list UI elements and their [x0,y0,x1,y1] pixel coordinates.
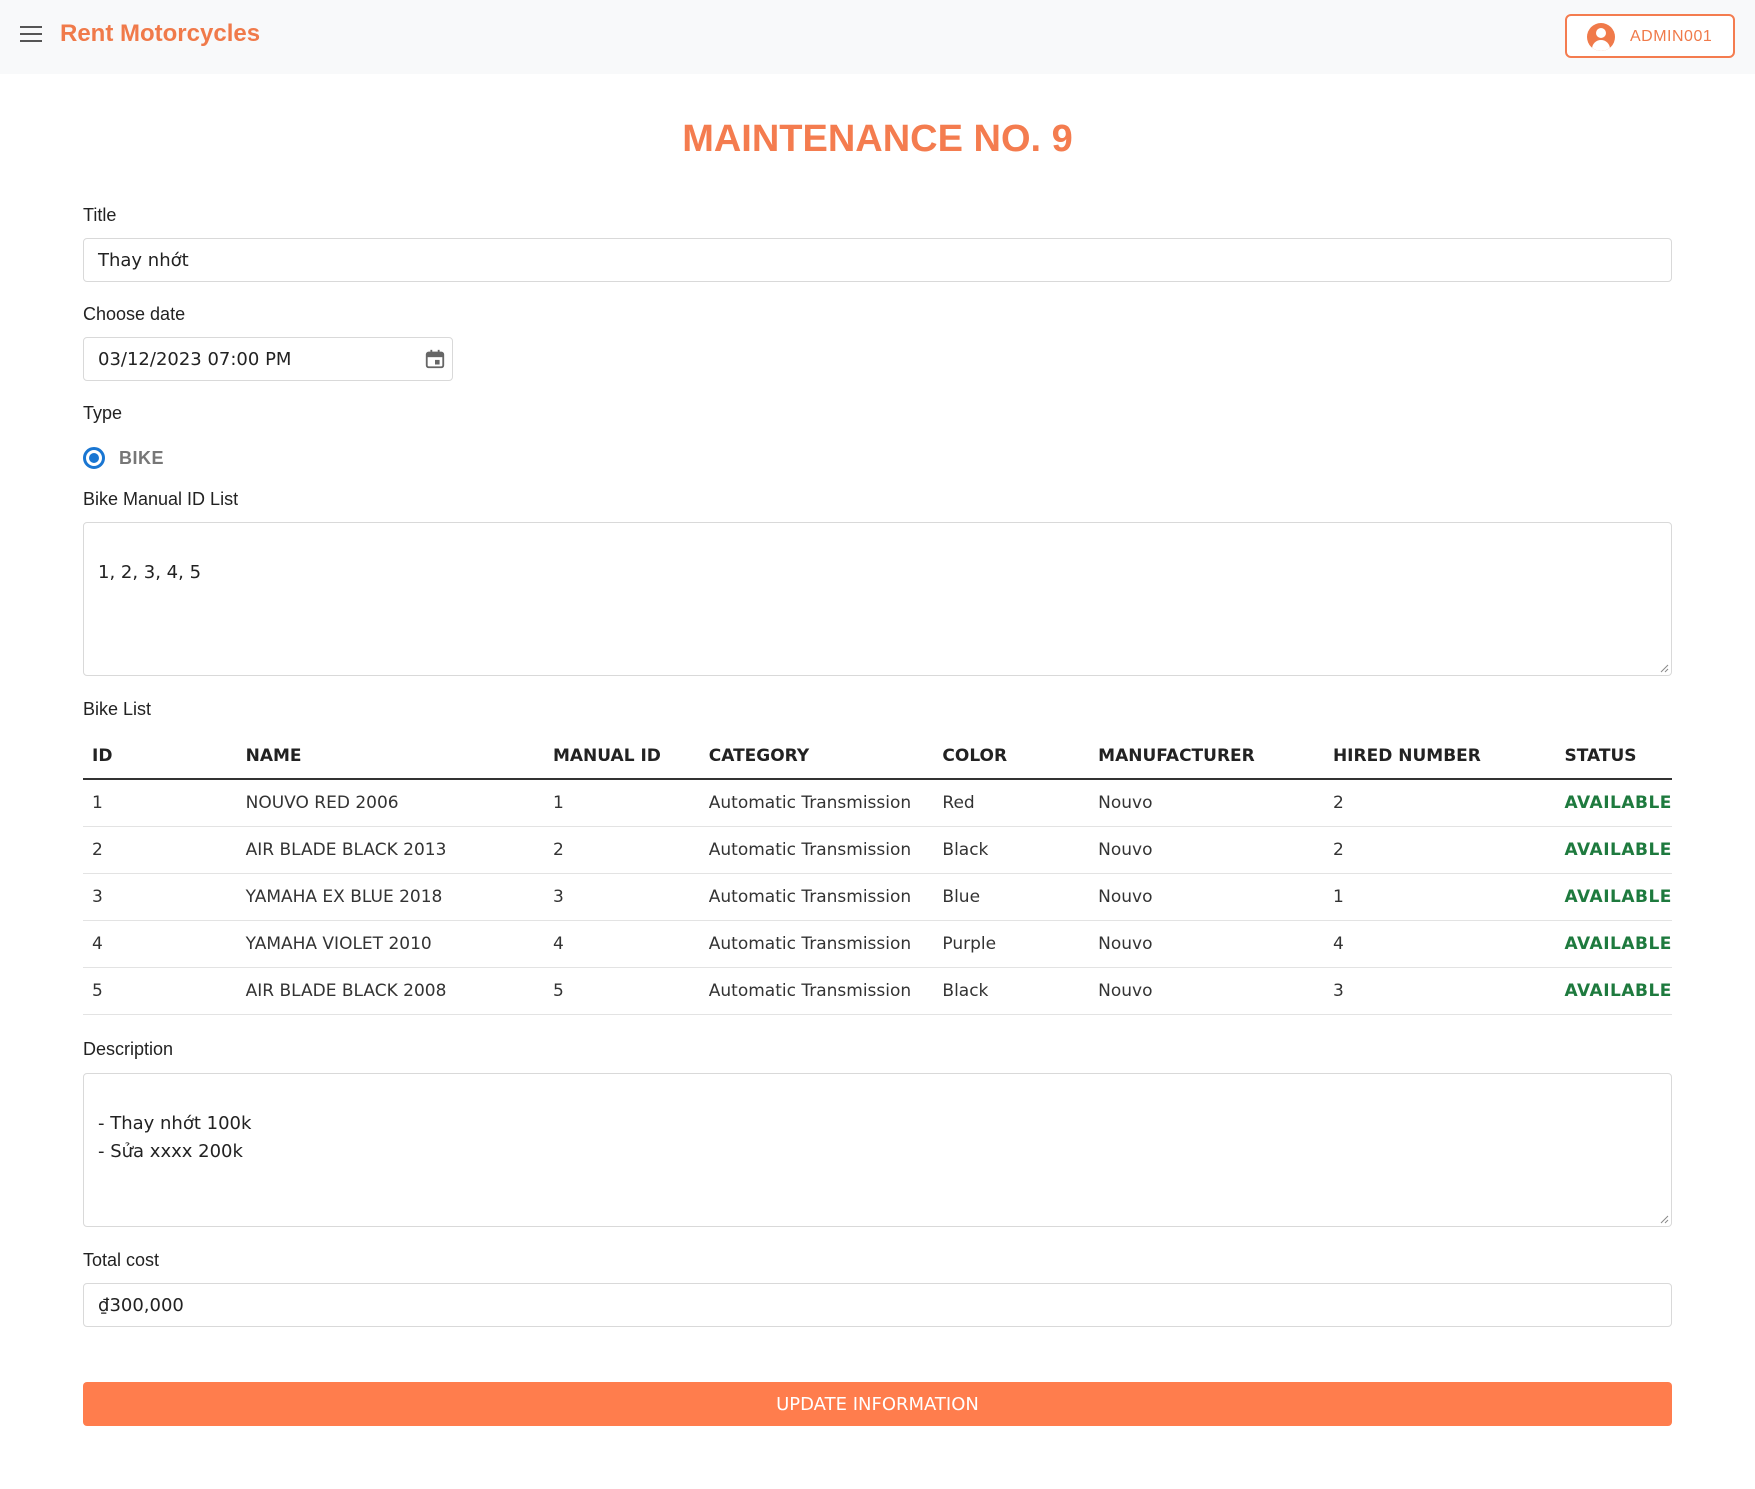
description-label: Description [83,1039,174,1059]
title-label: Title [83,205,117,225]
date-input[interactable]: 03/12/2023 07:00 PM [83,337,453,381]
cell-category: Automatic Transmission [699,826,934,874]
cell-category: Automatic Transmission [699,873,934,921]
bike-list-label: Bike List [83,699,152,719]
cell-manufacturer: Nouvo [1089,826,1324,874]
cell-manual-id: 5 [543,967,700,1015]
cell-hired-number: 2 [1323,826,1556,874]
cell-hired-number: 4 [1323,920,1556,968]
cell-status: AVAILABLE [1555,967,1672,1015]
cell-category: Automatic Transmission [699,967,934,1015]
table-row[interactable]: 3 YAMAHA EX BLUE 2018 3 Automatic Transm… [83,873,1672,921]
menu-icon[interactable] [20,26,44,46]
cell-hired-number: 1 [1323,873,1556,921]
manual-id-label: Bike Manual ID List [83,489,239,509]
cell-manual-id: 1 [543,779,700,827]
cell-manufacturer: Nouvo [1089,873,1324,921]
col-header-manufacturer[interactable]: MANUFACTURER [1089,734,1324,780]
col-header-status[interactable]: STATUS [1555,734,1672,780]
cell-color: Black [933,967,1090,1015]
cell-manufacturer: Nouvo [1089,967,1324,1015]
table-row[interactable]: 1 NOUVO RED 2006 1 Automatic Transmissio… [83,779,1672,827]
cell-name: NOUVO RED 2006 [236,779,544,827]
cell-id: 4 [83,920,237,968]
type-radio-bike[interactable] [83,447,105,469]
resize-handle-icon[interactable] [1659,1214,1669,1224]
cell-id: 1 [83,779,237,827]
cell-color: Purple [933,920,1090,968]
calendar-icon[interactable] [424,348,446,370]
brand-title[interactable]: Rent Motorcycles [60,20,260,48]
col-header-name[interactable]: NAME [236,734,544,780]
table-header-row: ID NAME MANUAL ID CATEGORY COLOR MANUFAC… [83,734,1672,780]
page-title: MAINTENANCE NO. 9 [682,118,1073,160]
col-header-manual-id[interactable]: MANUAL ID [543,734,700,780]
cell-status: AVAILABLE [1555,779,1672,827]
manual-id-value: 1, 2, 3, 4, 5 [98,562,202,583]
col-header-color[interactable]: COLOR [933,734,1090,780]
table-row[interactable]: 5 AIR BLADE BLACK 2008 5 Automatic Trans… [83,967,1672,1015]
user-circle-icon [1587,23,1615,51]
manual-id-textarea[interactable]: 1, 2, 3, 4, 5 [83,522,1672,676]
user-name-label: ADMIN001 [1630,28,1713,45]
cell-name: AIR BLADE BLACK 2013 [236,826,544,874]
cell-status: AVAILABLE [1555,826,1672,874]
cell-manual-id: 2 [543,826,700,874]
cell-manual-id: 4 [543,920,700,968]
bike-table: ID NAME MANUAL ID CATEGORY COLOR MANUFAC… [83,734,1672,1015]
cell-color: Red [933,779,1090,827]
top-navbar: Rent Motorcycles ADMIN001 [0,0,1755,74]
update-information-button[interactable]: UPDATE INFORMATION [83,1382,1672,1426]
cell-color: Blue [933,873,1090,921]
cell-name: AIR BLADE BLACK 2008 [236,967,544,1015]
total-cost-input[interactable]: ₫300,000 [83,1283,1672,1327]
user-account-button[interactable]: ADMIN001 [1565,14,1735,58]
cell-manual-id: 3 [543,873,700,921]
cell-hired-number: 2 [1323,779,1556,827]
col-header-hired-number[interactable]: HIRED NUMBER [1323,734,1556,780]
cell-name: YAMAHA EX BLUE 2018 [236,873,544,921]
date-value: 03/12/2023 07:00 PM [98,349,292,370]
total-cost-label: Total cost [83,1250,160,1270]
cell-hired-number: 3 [1323,967,1556,1015]
cell-name: YAMAHA VIOLET 2010 [236,920,544,968]
type-label: Type [83,403,123,423]
cell-status: AVAILABLE [1555,873,1672,921]
title-input[interactable]: Thay nhớt [83,238,1672,282]
cell-id: 2 [83,826,237,874]
description-value: - Thay nhớt 100k - Sửa xxxx 200k [98,1113,252,1162]
table-row[interactable]: 2 AIR BLADE BLACK 2013 2 Automatic Trans… [83,826,1672,874]
date-label: Choose date [83,304,186,324]
col-header-id[interactable]: ID [83,734,237,780]
cell-manufacturer: Nouvo [1089,920,1324,968]
type-radio-label[interactable]: BIKE [119,448,164,469]
description-textarea[interactable]: - Thay nhớt 100k - Sửa xxxx 200k [83,1073,1672,1227]
cell-id: 5 [83,967,237,1015]
cell-color: Black [933,826,1090,874]
table-row[interactable]: 4 YAMAHA VIOLET 2010 4 Automatic Transmi… [83,920,1672,968]
cell-id: 3 [83,873,237,921]
cell-status: AVAILABLE [1555,920,1672,968]
resize-handle-icon[interactable] [1659,663,1669,673]
cell-category: Automatic Transmission [699,920,934,968]
cell-category: Automatic Transmission [699,779,934,827]
col-header-category[interactable]: CATEGORY [699,734,934,780]
cell-manufacturer: Nouvo [1089,779,1324,827]
